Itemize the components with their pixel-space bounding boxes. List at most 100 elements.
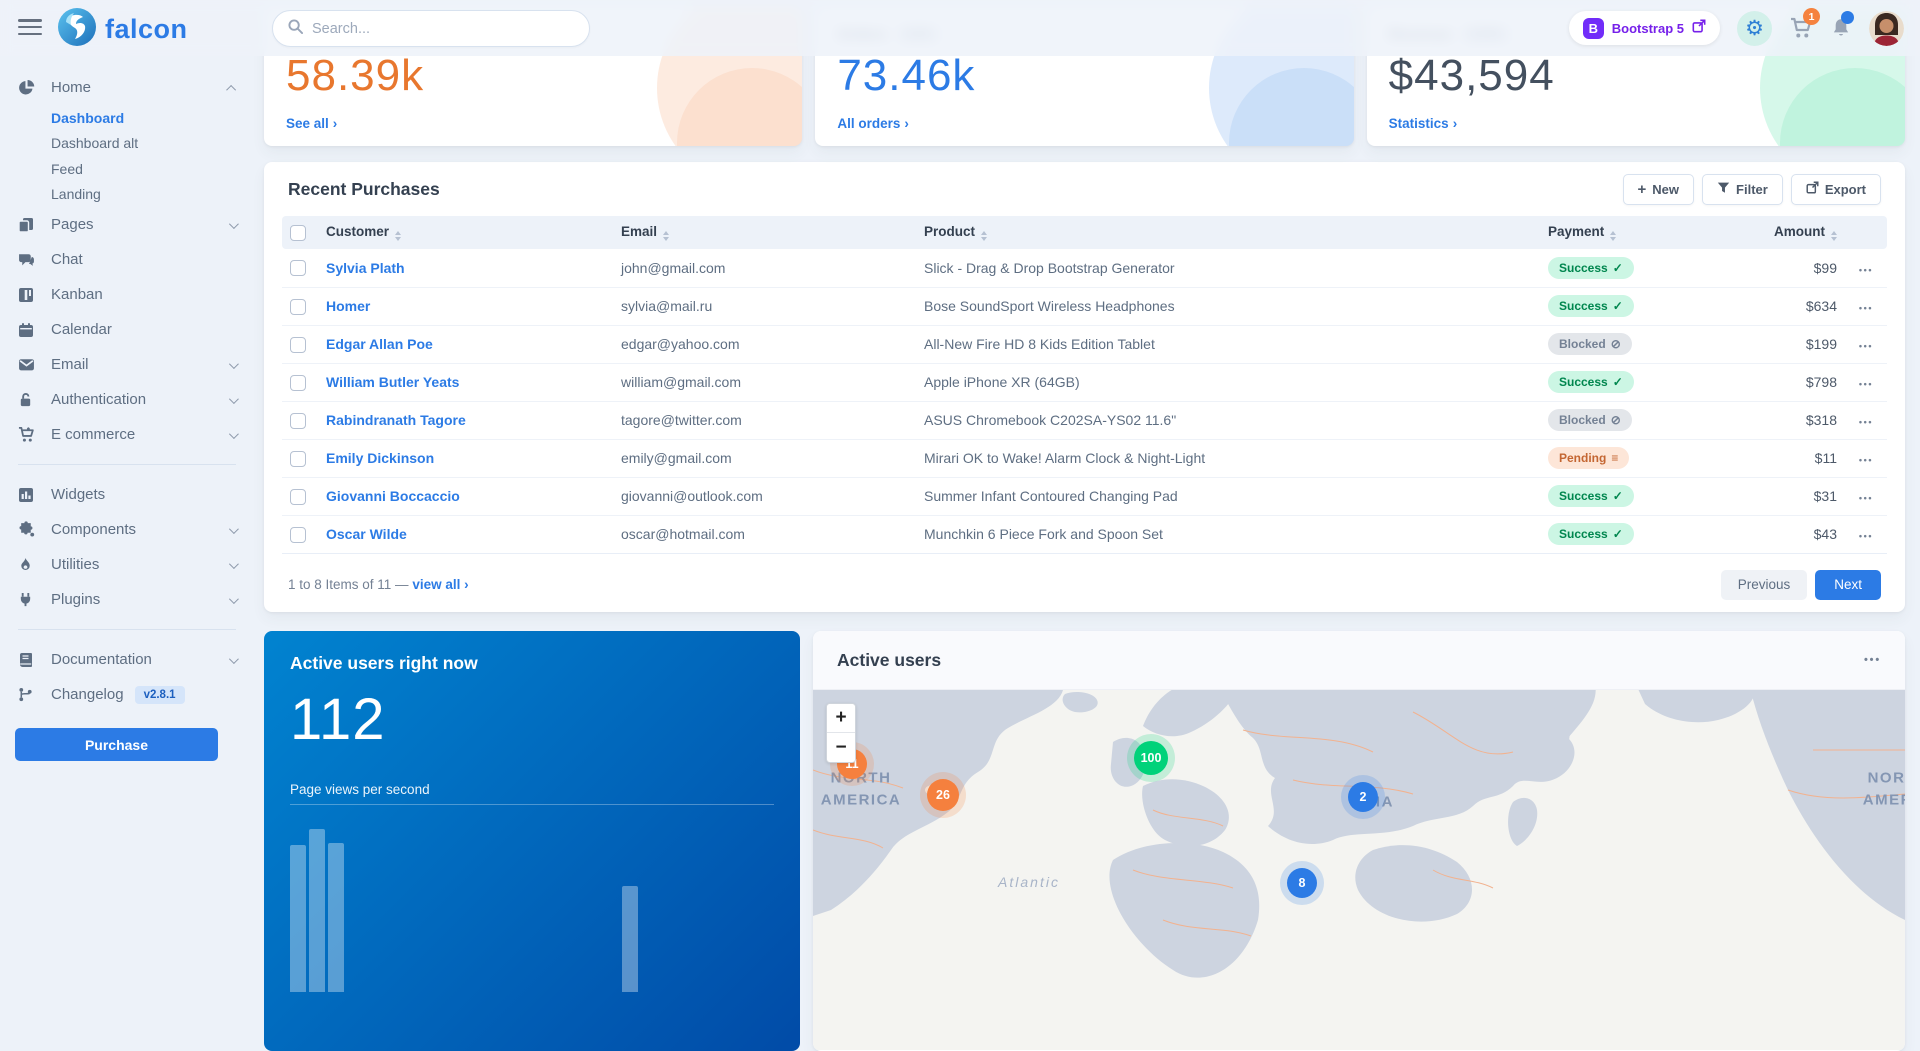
purchase-button[interactable]: Purchase — [15, 728, 218, 761]
table-row: Edgar Allan Poeedgar@yahoo.comAll-New Fi… — [282, 325, 1887, 363]
status-badge: Pending ≡ — [1548, 447, 1629, 469]
external-link-icon — [1692, 19, 1706, 38]
see-all-link[interactable]: See all› — [286, 116, 337, 131]
customer-link[interactable]: William Butler Yeats — [326, 374, 459, 390]
card-menu-button[interactable]: ••• — [1864, 654, 1881, 666]
sidebar-item-documentation[interactable]: Documentation — [0, 642, 258, 677]
top-navbar: falcon B Bootstrap 5 ⚙ 1 — [0, 0, 1920, 56]
row-checkbox[interactable] — [290, 299, 306, 315]
next-button[interactable]: Next — [1815, 570, 1881, 600]
status-badge: Success ✓ — [1548, 257, 1634, 279]
sidebar-item-label: Kanban — [51, 286, 103, 303]
customer-link[interactable]: Giovanni Boccaccio — [326, 488, 460, 504]
table-row: Oscar Wildeoscar@hotmail.comMunchkin 6 P… — [282, 515, 1887, 553]
row-menu-button[interactable]: ••• — [1859, 493, 1873, 503]
sidebar-item-dashboard[interactable]: Dashboard — [0, 105, 258, 131]
map-landmass — [813, 690, 1905, 1050]
customer-link[interactable]: Homer — [326, 298, 370, 314]
map-marker-2[interactable]: 2 — [1348, 782, 1378, 812]
row-menu-button[interactable]: ••• — [1859, 341, 1873, 351]
settings-gear-icon[interactable]: ⚙ — [1737, 11, 1772, 46]
customer-link[interactable]: Edgar Allan Poe — [326, 336, 433, 352]
page-views-bar — [290, 845, 306, 992]
map-marker-26[interactable]: 26 — [927, 779, 959, 811]
row-checkbox[interactable] — [290, 527, 306, 543]
sidebar-item-label: Calendar — [51, 321, 112, 338]
sidebar-item-email[interactable]: Email — [0, 347, 258, 382]
row-checkbox[interactable] — [290, 337, 306, 353]
row-menu-button[interactable]: ••• — [1859, 417, 1873, 427]
map-marker-100[interactable]: 100 — [1134, 741, 1168, 775]
chevron-right-icon: › — [904, 116, 909, 131]
email-cell: giovanni@outlook.com — [613, 477, 916, 515]
chat-icon — [18, 251, 38, 268]
row-checkbox[interactable] — [290, 451, 306, 467]
row-menu-button[interactable]: ••• — [1859, 455, 1873, 465]
new-button[interactable]: + New — [1623, 174, 1695, 205]
success-icon: ✓ — [1613, 489, 1623, 503]
row-checkbox[interactable] — [290, 489, 306, 505]
row-checkbox[interactable] — [290, 375, 306, 391]
filter-button[interactable]: Filter — [1702, 174, 1783, 205]
email-cell: edgar@yahoo.com — [613, 325, 916, 363]
zoom-in-button[interactable]: + — [827, 704, 855, 733]
map-card-title: Active users — [837, 650, 1864, 671]
view-all-link[interactable]: view all › — [412, 577, 468, 592]
customer-link[interactable]: Rabindranath Tagore — [326, 412, 466, 428]
search-input[interactable] — [312, 21, 574, 37]
sidebar-item-chat[interactable]: Chat — [0, 242, 258, 277]
sort-icon — [395, 231, 401, 241]
sidebar-item-plugins[interactable]: Plugins — [0, 582, 258, 617]
zoom-out-button[interactable]: − — [827, 733, 855, 762]
sidebar-item-e-commerce[interactable]: E commerce — [0, 417, 258, 452]
column-header-product[interactable]: Product — [916, 216, 1540, 249]
product-cell: Mirari OK to Wake! Alarm Clock & Night-L… — [916, 439, 1540, 477]
falcon-brand[interactable]: falcon — [58, 8, 188, 51]
sidebar-item-authentication[interactable]: Authentication — [0, 382, 258, 417]
sidebar-item-widgets[interactable]: Widgets — [0, 477, 258, 512]
select-all-checkbox[interactable] — [290, 225, 306, 241]
sidebar-item-pages[interactable]: Pages — [0, 207, 258, 242]
chevron-right-icon: › — [464, 577, 469, 592]
statistics-link[interactable]: Statistics› — [1389, 116, 1458, 131]
search-box[interactable] — [272, 10, 590, 47]
sidebar-item-home[interactable]: Home — [0, 70, 258, 105]
notifications-bell-icon[interactable] — [1830, 17, 1852, 39]
export-button[interactable]: Export — [1791, 174, 1881, 205]
sidebar-item-dashboard-alt[interactable]: Dashboard alt — [0, 131, 258, 157]
sidebar-item-label: Home — [51, 79, 91, 96]
sidebar-item-changelog[interactable]: Changelogv2.8.1 — [0, 677, 258, 712]
row-checkbox[interactable] — [290, 260, 306, 276]
row-menu-button[interactable]: ••• — [1859, 531, 1873, 541]
user-avatar[interactable] — [1869, 11, 1904, 46]
amount-cell: $634 — [1700, 287, 1845, 325]
customer-link[interactable]: Emily Dickinson — [326, 450, 434, 466]
column-header-email[interactable]: Email — [613, 216, 916, 249]
map-marker-8[interactable]: 8 — [1287, 868, 1317, 898]
kanban-icon — [18, 287, 38, 303]
bootstrap-version-pill[interactable]: B Bootstrap 5 — [1569, 11, 1720, 45]
row-checkbox[interactable] — [290, 413, 306, 429]
row-menu-button[interactable]: ••• — [1859, 303, 1873, 313]
column-header-amount[interactable]: Amount — [1700, 216, 1845, 249]
sidebar-item-kanban[interactable]: Kanban — [0, 277, 258, 312]
sidebar-item-components[interactable]: Components — [0, 512, 258, 547]
table-row: William Butler Yeatswilliam@gmail.comApp… — [282, 363, 1887, 401]
sidebar-item-landing[interactable]: Landing — [0, 182, 258, 208]
hamburger-menu-icon[interactable] — [18, 19, 42, 35]
previous-button[interactable]: Previous — [1721, 570, 1808, 600]
all-orders-link[interactable]: All orders› — [837, 116, 909, 131]
row-menu-button[interactable]: ••• — [1859, 379, 1873, 389]
column-header-payment[interactable]: Payment — [1540, 216, 1700, 249]
sidebar-item-calendar[interactable]: Calendar — [0, 312, 258, 347]
sidebar-item-feed[interactable]: Feed — [0, 156, 258, 182]
sidebar-item-label: Authentication — [51, 391, 146, 408]
column-header-customer[interactable]: Customer — [318, 216, 613, 249]
sidebar-item-utilities[interactable]: Utilities — [0, 547, 258, 582]
customer-link[interactable]: Oscar Wilde — [326, 526, 407, 542]
customer-link[interactable]: Sylvia Plath — [326, 260, 405, 276]
world-map[interactable]: + − NORTHAMERICAASIANORTHAMERICAAtlantic… — [813, 690, 1905, 1050]
shopping-cart-icon[interactable]: 1 — [1789, 16, 1813, 40]
page-views-bar — [328, 843, 344, 992]
row-menu-button[interactable]: ••• — [1859, 265, 1873, 275]
